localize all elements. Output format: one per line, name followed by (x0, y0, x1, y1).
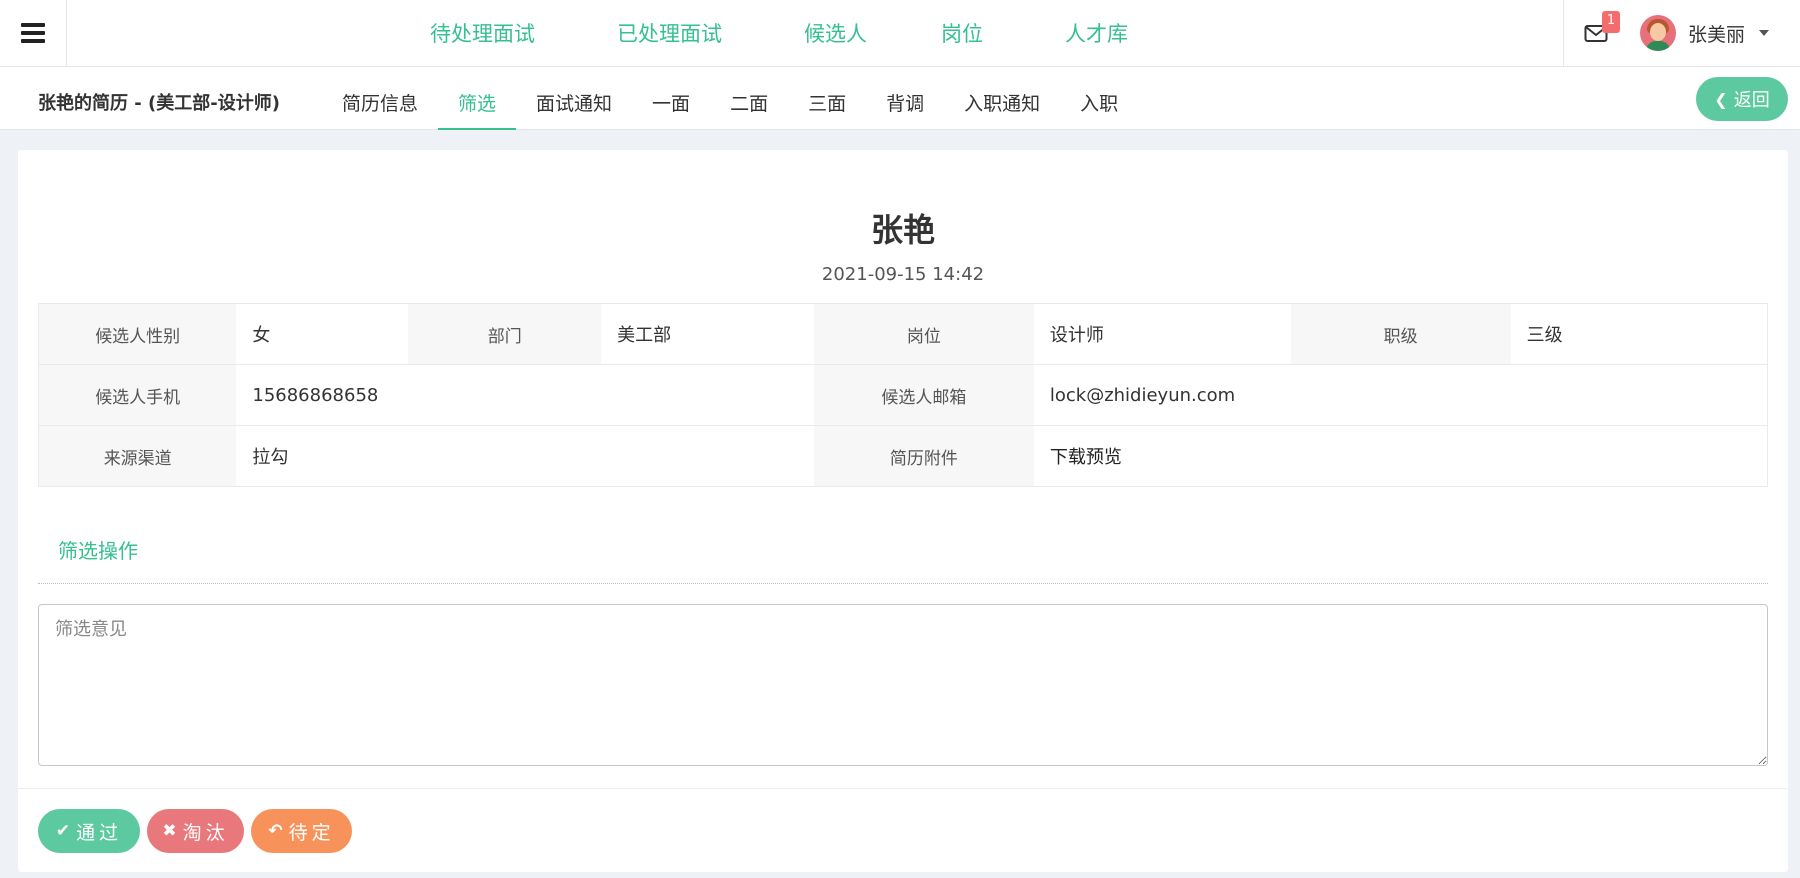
tab-third-interview[interactable]: 三面 (788, 67, 866, 130)
table-row: 候选人手机 15686868658 候选人邮箱 lock@zhidieyun.c… (38, 364, 1768, 426)
back-button-label: 返回 (1733, 90, 1770, 111)
post-label: 岗位 (814, 303, 1034, 365)
gender-label: 候选人性别 (38, 303, 237, 365)
pending-button[interactable]: ↶ 待定 (251, 809, 352, 853)
top-nav-menu: 待处理面试 已处理面试 候选人 岗位 人才库 (430, 0, 1210, 66)
post-value: 设计师 (1033, 303, 1291, 365)
tab-onboarding[interactable]: 入职 (1060, 67, 1138, 130)
check-icon: ✔ (55, 821, 71, 841)
source-label: 来源渠道 (38, 425, 237, 487)
reject-button-label: 淘汰 (182, 821, 229, 844)
resume-tabbar: 张艳的简历 - (美工部-设计师) 简历信息 筛选 面试通知 一面 二面 三面 … (0, 67, 1800, 130)
pass-button-label: 通过 (76, 821, 123, 844)
reply-icon: ↶ (268, 821, 283, 841)
phone-value: 15686868658 (236, 364, 814, 426)
avatar[interactable] (1640, 15, 1676, 51)
tab-second-interview[interactable]: 二面 (710, 67, 788, 130)
back-button[interactable]: ❮ 返回 (1696, 77, 1788, 121)
unread-badge: 1 (1602, 11, 1620, 33)
phone-label: 候选人手机 (38, 364, 237, 426)
nav-item-positions[interactable]: 岗位 (941, 18, 983, 48)
footer-divider (18, 788, 1788, 789)
messages-button[interactable]: 1 (1584, 11, 1620, 44)
process-tabs: 简历信息 筛选 面试通知 一面 二面 三面 背调 入职通知 入职 (322, 67, 1138, 130)
dept-value: 美工部 (601, 303, 814, 365)
dept-label: 部门 (408, 303, 602, 365)
nav-item-candidates[interactable]: 候选人 (804, 18, 867, 48)
candidate-name: 张艳 (870, 211, 935, 249)
nav-item-pending-interviews[interactable]: 待处理面试 (430, 18, 535, 48)
table-row: 来源渠道 拉勾 简历附件 下载预览 (38, 425, 1768, 487)
x-icon: ✖ (162, 821, 177, 841)
screening-opinion-input[interactable] (38, 604, 1768, 766)
resume-datetime: 2021-09-15 14:42 (821, 264, 985, 285)
hamburger-icon (21, 23, 45, 43)
tab-first-interview[interactable]: 一面 (632, 67, 710, 130)
reject-button[interactable]: ✖ 淘汰 (147, 809, 244, 853)
level-value: 三级 (1510, 303, 1768, 365)
chevron-down-icon[interactable] (1759, 30, 1770, 36)
email-value: lock@zhidieyun.com (1033, 364, 1768, 426)
source-value: 拉勾 (236, 425, 814, 487)
gender-value: 女 (236, 303, 409, 365)
nav-item-talent-pool[interactable]: 人才库 (1065, 18, 1128, 48)
top-navbar: 待处理面试 已处理面试 候选人 岗位 人才库 1 张美丽 (0, 0, 1800, 67)
tab-background-check[interactable]: 背调 (866, 67, 944, 130)
nav-item-processed-interviews[interactable]: 已处理面试 (617, 18, 722, 48)
resume-title: 张艳的简历 - (美工部-设计师) (38, 93, 280, 114)
attachment-label: 简历附件 (814, 425, 1034, 487)
pass-button[interactable]: ✔ 通过 (38, 809, 140, 853)
level-label: 职级 (1290, 303, 1511, 365)
table-row: 候选人性别 女 部门 美工部 岗位 设计师 职级 三级 (38, 303, 1768, 365)
username[interactable]: 张美丽 (1688, 20, 1745, 47)
pending-button-label: 待定 (288, 821, 335, 844)
email-label: 候选人邮箱 (814, 364, 1034, 426)
tab-onboarding-notice[interactable]: 入职通知 (944, 67, 1060, 130)
screening-actions: ✔ 通过 ✖ 淘汰 ↶ 待定 (38, 809, 359, 853)
candidate-info-table: 候选人性别 女 部门 美工部 岗位 设计师 职级 三级 候选人手机 156868… (38, 303, 1768, 487)
menu-toggle-button[interactable] (0, 0, 67, 66)
chevron-left-icon: ❮ (1714, 89, 1728, 109)
section-title: 筛选操作 (58, 539, 138, 563)
screening-card: 张艳 2021-09-15 14:42 候选人性别 女 部门 美工部 岗位 设计… (18, 150, 1788, 872)
tab-interview-notice[interactable]: 面试通知 (516, 67, 632, 130)
tab-resume-info[interactable]: 简历信息 (322, 67, 438, 130)
tab-screening[interactable]: 筛选 (438, 67, 517, 130)
section-divider (38, 583, 1768, 584)
download-preview-link[interactable]: 下载预览 (1050, 447, 1122, 468)
user-tools: 1 张美丽 (1563, 0, 1800, 66)
